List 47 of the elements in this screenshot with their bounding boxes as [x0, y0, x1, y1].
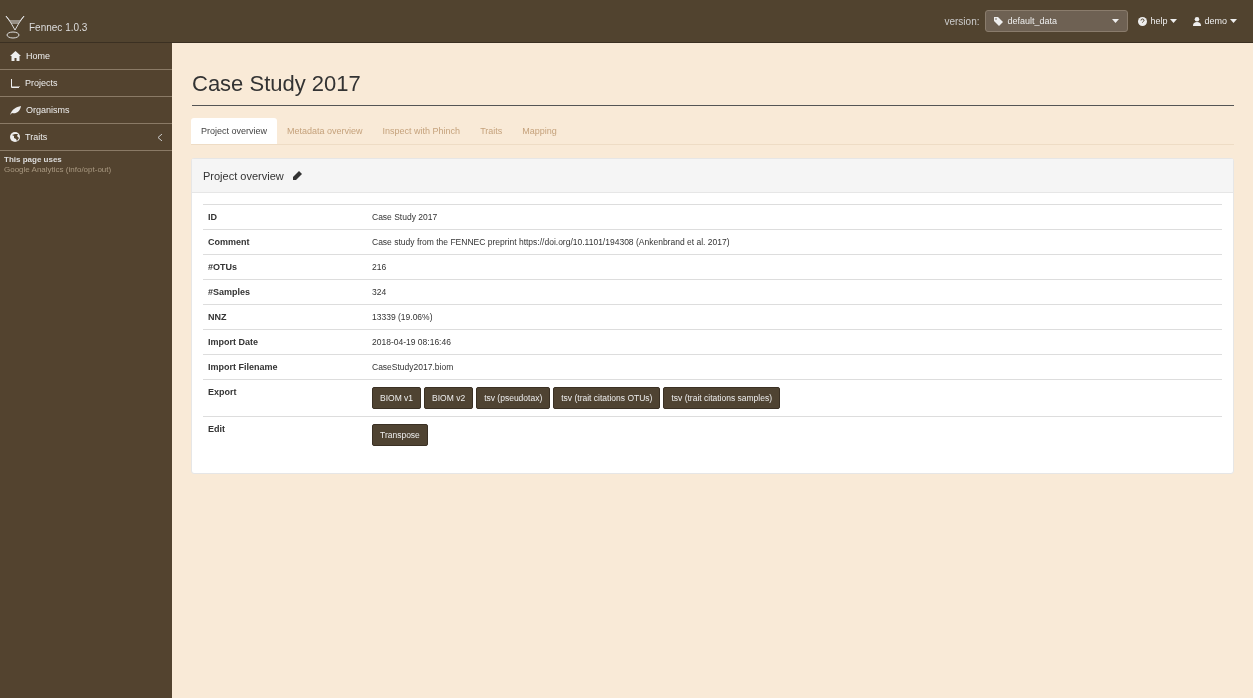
sidebar-item[interactable]: Traits — [0, 124, 172, 151]
row-label: Comment — [208, 237, 251, 247]
action-button[interactable]: tsv (pseudotax) — [476, 387, 551, 409]
row-value: 324 — [372, 287, 388, 297]
page-title: Case Study 2017 — [192, 71, 1234, 106]
version-label: version: — [944, 15, 980, 27]
home-icon — [10, 51, 21, 61]
help-menu[interactable]: help — [1138, 16, 1178, 26]
action-button[interactable]: BIOM v1 — [372, 387, 422, 409]
user-icon — [1193, 16, 1202, 26]
globe-icon — [10, 132, 20, 142]
row-label: #Samples — [208, 287, 252, 297]
analytics-link[interactable]: Google Analytics (info/opt-out) — [4, 165, 112, 175]
caret-icon — [1112, 19, 1120, 23]
pencil-icon[interactable] — [291, 170, 302, 181]
version-select[interactable]: default_data — [985, 10, 1129, 32]
row-label: Import Date — [208, 337, 259, 347]
sidebar-item[interactable]: Projects — [0, 70, 172, 97]
action-button[interactable]: tsv (trait citations OTUs) — [553, 387, 661, 409]
app-name[interactable]: Fennec 1.0.3 — [29, 22, 88, 33]
row-label: #OTUs — [208, 262, 238, 272]
row-value: Case study from the FENNEC preprint https://doi.org/10.1101/194308 (Ankenbrand et al. 2017) — [372, 237, 731, 247]
row-label: Export — [208, 387, 238, 399]
help-icon — [1138, 16, 1148, 26]
row-value: Case Study 2017 — [372, 212, 439, 222]
user-menu[interactable]: demo — [1193, 16, 1237, 26]
row-value: 2018-04-19 08:16:46 — [372, 337, 452, 347]
row-value: 216 — [372, 262, 388, 272]
row-label: NNZ — [208, 312, 228, 322]
action-button[interactable]: BIOM v2 — [424, 387, 474, 409]
row-label: Edit — [208, 424, 226, 436]
tab[interactable]: Project overview — [191, 118, 278, 144]
caret-icon — [1170, 19, 1178, 23]
leaf-icon — [10, 105, 21, 115]
action-button[interactable]: Transpose — [372, 424, 428, 446]
row-value: CaseStudy2017.biom — [372, 362, 455, 372]
analytics-notice: This page uses Google Analytics (info/opt-out) — [3, 154, 113, 177]
row-value: 13339 (19.06%) — [372, 312, 434, 322]
sidebar-item[interactable]: Home — [0, 43, 172, 70]
chevron-icon — [158, 133, 162, 141]
action-button[interactable]: tsv (trait citations samples) — [663, 387, 781, 409]
caret-icon — [1230, 19, 1237, 23]
row-label: Import Filename — [208, 362, 279, 372]
tag-icon — [994, 16, 1004, 26]
row-label: ID — [208, 212, 218, 222]
sidebar-item[interactable]: Organisms — [0, 97, 172, 124]
panel-title: Project overview — [203, 169, 284, 182]
